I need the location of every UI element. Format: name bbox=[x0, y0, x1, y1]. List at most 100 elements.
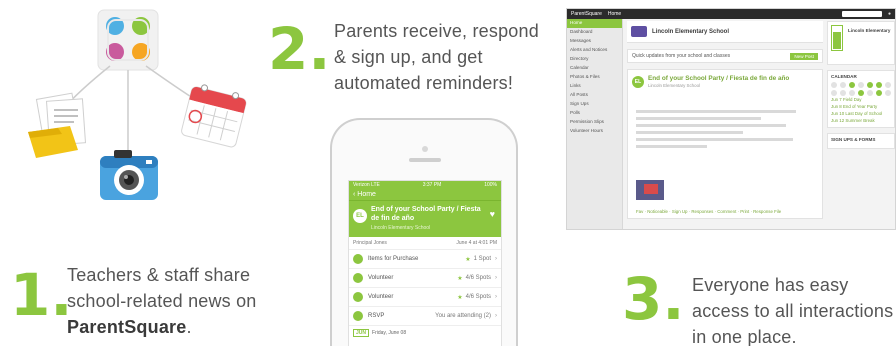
post-actions[interactable]: Fav · Noticeable · Sign Up · Responses ·… bbox=[636, 209, 781, 214]
step-2-text: Parents receive, respond & sign up, and … bbox=[334, 18, 539, 96]
calendar-grid[interactable] bbox=[831, 82, 891, 96]
step-2-number: 2. bbox=[268, 20, 330, 78]
post-author: Principal Jones bbox=[353, 240, 387, 246]
sidebar-item-photos[interactable]: Photos & Files bbox=[567, 73, 622, 82]
desktop-post-title[interactable]: End of your School Party / Fiesta de fin… bbox=[648, 75, 789, 82]
camera-icon bbox=[100, 150, 158, 200]
step-1-period: . bbox=[186, 317, 192, 337]
signup-count: 4/6 Spots bbox=[465, 275, 491, 281]
desktop-search-input[interactable] bbox=[841, 11, 882, 17]
time-label: 3:37 PM bbox=[422, 182, 442, 188]
phone-status-bar: Verizon LTE 3:37 PM 100% bbox=[349, 181, 501, 189]
desktop-screenshot: ParentSquare Home ● Home Dashboard Messa… bbox=[566, 8, 896, 230]
signup-status: ★ 4/6 Spots bbox=[457, 275, 491, 282]
upcoming-event[interactable]: Jun 7 Field Day bbox=[831, 96, 891, 103]
sidebar-item-calendar[interactable]: Calendar bbox=[567, 64, 622, 73]
phone-speaker bbox=[409, 158, 441, 162]
sidebar-item-messages[interactable]: Messages bbox=[567, 37, 622, 46]
sidebar-item-volunteer-hours[interactable]: Volunteer Hours bbox=[567, 127, 622, 136]
post-photo-detail bbox=[644, 184, 658, 194]
sidebar-item-polls[interactable]: Polls bbox=[567, 109, 622, 118]
step-3-number: 3. bbox=[622, 270, 684, 328]
signup-row[interactable]: Items for Purchase ★ 1 Spot › bbox=[349, 250, 501, 269]
date-box: JUN bbox=[353, 329, 370, 337]
upcoming-event[interactable]: Jun 10 Last Day of School bbox=[831, 110, 891, 117]
brand-name: ParentSquare bbox=[67, 317, 187, 337]
post-avatar: EL bbox=[353, 209, 367, 223]
sidebar-item-all-posts[interactable]: All Posts bbox=[567, 91, 622, 100]
phone-mockup: Verizon LTE 3:37 PM 100% ‹ Home EL End o… bbox=[330, 118, 518, 346]
desktop-sidebar: Home Dashboard Messages Alerts and Notic… bbox=[567, 19, 623, 229]
upcoming-event[interactable]: Jun 8 End of Year Party bbox=[831, 103, 891, 110]
step-3-text: Everyone has easy access to all interact… bbox=[692, 272, 893, 346]
desktop-topbar: ParentSquare Home ● bbox=[567, 9, 895, 19]
post-meta: Principal Jones June 4 at 4:01 PM bbox=[349, 237, 501, 250]
step-1-line-3: ParentSquare. bbox=[67, 314, 257, 340]
desktop-right-column: Lincoln Elementary CALENDAR Jun 7 Field … bbox=[827, 21, 895, 229]
carrier-label: Verizon LTE bbox=[353, 182, 380, 188]
desktop-home-link[interactable]: Home bbox=[608, 11, 621, 17]
step-1-text: Teachers & staff share school-related ne… bbox=[67, 262, 257, 340]
step-3-line-1: Everyone has easy bbox=[692, 275, 849, 295]
star-icon: ★ bbox=[465, 256, 471, 263]
signup-count: 1 Spot bbox=[473, 256, 491, 262]
step-1-number: 1. bbox=[10, 266, 72, 324]
step-2-line-3: automated reminders! bbox=[334, 73, 514, 93]
signup-status: ★ 1 Spot bbox=[465, 256, 491, 263]
chevron-right-icon: › bbox=[495, 275, 497, 281]
back-button[interactable]: ‹ Home bbox=[353, 191, 376, 198]
battery-icon bbox=[831, 25, 843, 51]
signup-icon bbox=[353, 292, 363, 302]
signup-row[interactable]: Volunteer ★ 4/6 Spots › bbox=[349, 269, 501, 288]
signup-status: ★ 4/6 Spots bbox=[457, 294, 491, 301]
event-date-row: JUN Friday, June 08 bbox=[349, 326, 501, 340]
sidebar-item-links[interactable]: Links bbox=[567, 82, 622, 91]
step-2-digit: 2 bbox=[268, 15, 309, 83]
rsvp-row[interactable]: RSVP You are attending (2) › bbox=[349, 307, 501, 326]
sidebar-item-signups[interactable]: Sign Ups bbox=[567, 100, 622, 109]
calendar-title: CALENDAR bbox=[831, 74, 857, 79]
calendar-icon bbox=[181, 84, 247, 148]
volunteer-card: Lincoln Elementary bbox=[827, 21, 895, 65]
phone-screen: Verizon LTE 3:37 PM 100% ‹ Home EL End o… bbox=[348, 180, 502, 346]
step-2-dot: . bbox=[308, 15, 331, 83]
user-icon[interactable]: ● bbox=[888, 11, 891, 17]
step1-illustration bbox=[28, 9, 247, 200]
event-date: Friday, June 08 bbox=[372, 330, 407, 336]
parentsquare-app-icon bbox=[97, 9, 159, 71]
heart-icon[interactable]: ♥ bbox=[490, 209, 495, 219]
step-3-dot: . bbox=[662, 265, 685, 333]
signup-icon bbox=[353, 273, 363, 283]
sidebar-item-home[interactable]: Home bbox=[567, 19, 622, 28]
phone-camera bbox=[422, 146, 428, 152]
upcoming-event[interactable]: Jun 12 Summer Break bbox=[831, 117, 891, 124]
step-1-digit: 1 bbox=[10, 261, 51, 329]
sidebar-item-dashboard[interactable]: Dashboard bbox=[567, 28, 622, 37]
sidebar-item-permission-slips[interactable]: Permission Slips bbox=[567, 118, 622, 127]
signup-count: 4/6 Spots bbox=[465, 294, 491, 300]
step-2-line-1: Parents receive, respond bbox=[334, 21, 539, 41]
signup-icon bbox=[353, 254, 363, 264]
post-title: End of your School Party / Fiesta de fin… bbox=[371, 206, 481, 222]
star-icon: ★ bbox=[457, 294, 463, 301]
sidebar-item-alerts[interactable]: Alerts and Notices bbox=[567, 46, 622, 55]
desktop-post-body bbox=[636, 110, 814, 152]
star-icon: ★ bbox=[457, 275, 463, 282]
signups-card: SIGN UPS & FORMS bbox=[827, 133, 895, 149]
chevron-right-icon: › bbox=[495, 294, 497, 300]
desktop-post-avatar: EL bbox=[632, 76, 644, 88]
post-school: Lincoln Elementary School bbox=[371, 225, 431, 231]
new-post-button[interactable]: New Post bbox=[790, 52, 818, 60]
phone-nav-bar: ‹ Home bbox=[349, 189, 501, 201]
school-name: Lincoln Elementary School bbox=[652, 28, 730, 35]
signups-title: SIGN UPS & FORMS bbox=[831, 137, 876, 142]
desktop-post-school: Lincoln Elementary School bbox=[648, 83, 700, 88]
volunteer-title: Lincoln Elementary bbox=[848, 28, 891, 33]
chevron-right-icon: › bbox=[495, 256, 497, 262]
sidebar-item-directory[interactable]: Directory bbox=[567, 55, 622, 64]
school-header: Lincoln Elementary School bbox=[627, 21, 823, 43]
signup-label: Volunteer bbox=[368, 294, 394, 300]
signup-row[interactable]: Volunteer ★ 4/6 Spots › bbox=[349, 288, 501, 307]
update-bar: Quick updates from your school and class… bbox=[627, 49, 823, 63]
school-bus-icon bbox=[631, 26, 647, 37]
